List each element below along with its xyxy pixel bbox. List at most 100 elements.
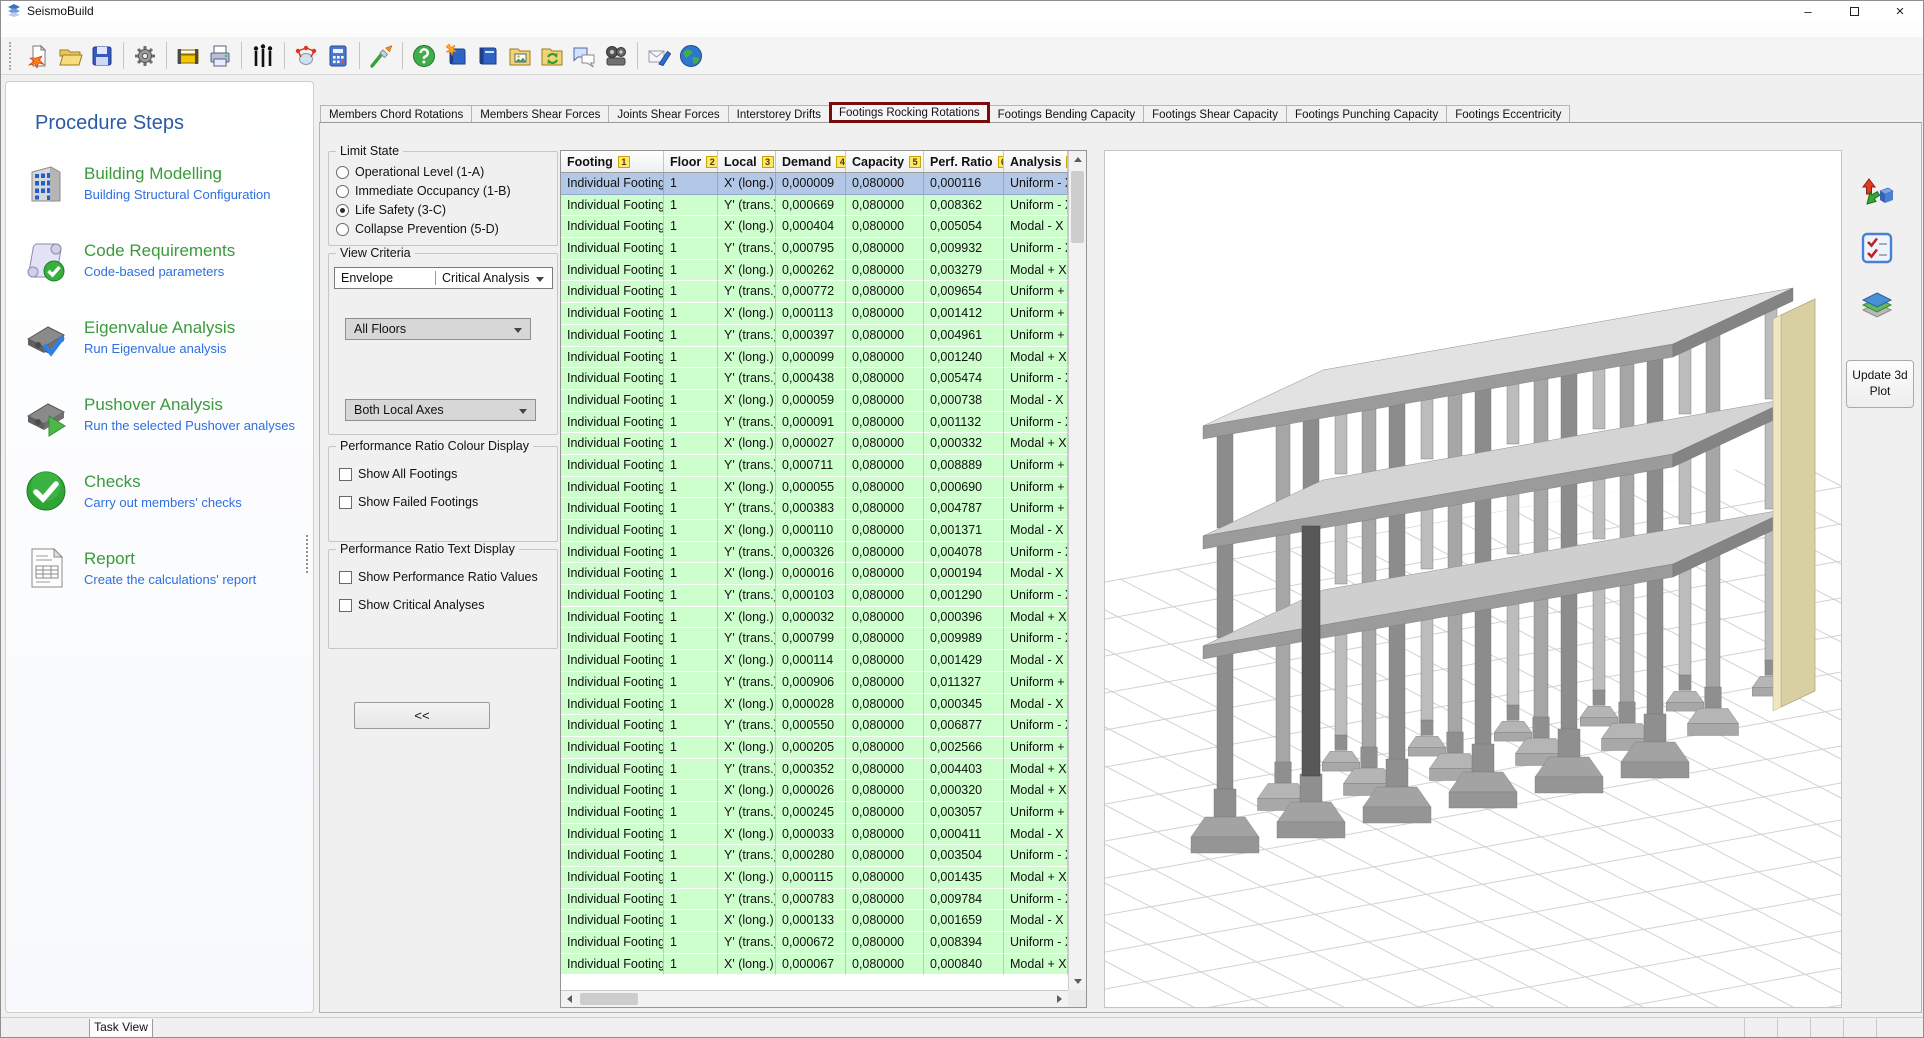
table-row[interactable]: Individual Footing 1 Y' (trans.) 0,00055… (561, 715, 1068, 737)
table-row[interactable]: Individual Footing 1 X' (long.) 0,000026… (561, 780, 1068, 802)
table-row[interactable]: Individual Footing 1 Y' (trans.) 0,00090… (561, 672, 1068, 694)
table-row[interactable]: Individual Footing 1 Y' (trans.) 0,00009… (561, 412, 1068, 434)
vertical-scrollbar[interactable] (1068, 151, 1086, 990)
table-row[interactable]: Individual Footing 1 Y' (trans.) 0,00077… (561, 281, 1068, 303)
table-row[interactable]: Individual Footing 1 X' (long.) 0,000133… (561, 910, 1068, 932)
table-row[interactable]: Individual Footing 1 X' (long.) 0,000262… (561, 260, 1068, 282)
results-tab[interactable]: Footings Rocking Rotations (829, 102, 990, 123)
envelope-analysis-dropdown[interactable]: Envelope Critical Analysis (334, 267, 553, 289)
sidebar-item-eigenvalue-analysis[interactable]: Eigenvalue AnalysisRun Eigenvalue analys… (6, 298, 307, 375)
menu-item[interactable] (5, 28, 23, 30)
table-row[interactable]: Individual Footing 1 Y' (trans.) 0,00010… (561, 585, 1068, 607)
frame-icon[interactable] (247, 40, 279, 72)
minimize-icon[interactable]: – (1785, 1, 1831, 21)
table-row[interactable]: Individual Footing 1 Y' (trans.) 0,00067… (561, 932, 1068, 954)
comments-icon[interactable] (568, 40, 600, 72)
results-tab[interactable]: Joints Shear Forces (608, 105, 728, 123)
checklist-icon[interactable] (1857, 228, 1897, 268)
scroll-up-icon[interactable] (1069, 151, 1086, 168)
axes-dropdown[interactable]: Both Local Axes (345, 399, 536, 421)
table-row[interactable]: Individual Footing 1 Y' (trans.) 0,00028… (561, 845, 1068, 867)
results-tab[interactable]: Members Shear Forces (471, 105, 609, 123)
limit-state-radio[interactable]: Collapse Prevention (5-D) (336, 222, 511, 236)
column-header[interactable]: Capacity5 (846, 151, 924, 172)
table-row[interactable]: Individual Footing 1 X' (long.) 0,000404… (561, 216, 1068, 238)
table-row[interactable]: Individual Footing 1 X' (long.) 0,000099… (561, 347, 1068, 369)
text-display-checkbox[interactable]: Show Critical Analyses (339, 598, 538, 612)
sidebar-item-checks[interactable]: ChecksCarry out members' checks (6, 452, 307, 529)
column-header[interactable]: Footing1 (561, 151, 664, 172)
column-header[interactable]: Demand4 (776, 151, 846, 172)
table-row[interactable]: Individual Footing 1 X' (long.) 0,000016… (561, 563, 1068, 585)
table-row[interactable]: Individual Footing 1 X' (long.) 0,000033… (561, 824, 1068, 846)
3d-model-viewport[interactable] (1104, 150, 1842, 1008)
sidebar-item-pushover-analysis[interactable]: Pushover AnalysisRun the selected Pushov… (6, 375, 307, 452)
column-header[interactable]: Analysis7 (1004, 151, 1068, 172)
new-file-icon[interactable] (22, 40, 54, 72)
save-icon[interactable] (86, 40, 118, 72)
printer-icon[interactable] (204, 40, 236, 72)
table-row[interactable]: Individual Footing 1 Y' (trans.) 0,00079… (561, 628, 1068, 650)
results-tab[interactable]: Interstorey Drifts (728, 105, 830, 123)
results-tab[interactable]: Footings Eccentricity (1446, 105, 1570, 123)
results-tab[interactable]: Footings Shear Capacity (1143, 105, 1287, 123)
collapse-panel-button[interactable]: << (354, 702, 490, 729)
calculator-icon[interactable] (322, 40, 354, 72)
scroll-down-icon[interactable] (1069, 973, 1086, 990)
table-row[interactable]: Individual Footing 1 Y' (trans.) 0,00066… (561, 195, 1068, 217)
colour-display-checkbox[interactable]: Show Failed Footings (339, 495, 478, 509)
table-row[interactable]: Individual Footing 1 Y' (trans.) 0,00024… (561, 802, 1068, 824)
section-icon[interactable] (172, 40, 204, 72)
open-folder-icon[interactable] (54, 40, 86, 72)
results-tab[interactable]: Members Chord Rotations (320, 105, 472, 123)
scroll-right-icon[interactable] (1051, 991, 1068, 1007)
horizontal-scroll-thumb[interactable] (580, 993, 638, 1005)
results-tab[interactable]: Footings Punching Capacity (1286, 105, 1447, 123)
table-row[interactable]: Individual Footing 1 Y' (trans.) 0,00032… (561, 542, 1068, 564)
folder-image-icon[interactable] (504, 40, 536, 72)
table-row[interactable]: Individual Footing 1 X' (long.) 0,000113… (561, 303, 1068, 325)
sidebar-item-building-modelling[interactable]: Building ModellingBuilding Structural Co… (6, 144, 307, 221)
menu-item[interactable] (77, 28, 95, 30)
table-row[interactable]: Individual Footing 1 X' (long.) 0,000110… (561, 520, 1068, 542)
horizontal-scrollbar[interactable] (561, 990, 1068, 1007)
table-row[interactable]: Individual Footing 1 X' (long.) 0,000032… (561, 607, 1068, 629)
text-display-checkbox[interactable]: Show Performance Ratio Values (339, 570, 538, 584)
table-row[interactable]: Individual Footing 1 X' (long.) 0,000009… (561, 173, 1068, 195)
column-header[interactable]: Floor2 (664, 151, 718, 172)
book-new-icon[interactable] (440, 40, 472, 72)
table-row[interactable]: Individual Footing 1 X' (long.) 0,000205… (561, 737, 1068, 759)
model-3d-icon[interactable] (290, 40, 322, 72)
table-row[interactable]: Individual Footing 1 X' (long.) 0,000055… (561, 477, 1068, 499)
colour-display-checkbox[interactable]: Show All Footings (339, 467, 478, 481)
globe-icon[interactable] (675, 40, 707, 72)
paintbrush-icon[interactable] (365, 40, 397, 72)
table-row[interactable]: Individual Footing 1 Y' (trans.) 0,00071… (561, 455, 1068, 477)
book-icon[interactable] (472, 40, 504, 72)
film-icon[interactable] (600, 40, 632, 72)
table-row[interactable]: Individual Footing 1 X' (long.) 0,000114… (561, 650, 1068, 672)
gear-icon[interactable] (129, 40, 161, 72)
limit-state-radio[interactable]: Operational Level (1-A) (336, 165, 511, 179)
table-row[interactable]: Individual Footing 1 Y' (trans.) 0,00035… (561, 759, 1068, 781)
task-view-tab[interactable]: Task View (89, 1019, 153, 1038)
vertical-scroll-thumb[interactable] (1071, 171, 1084, 243)
table-row[interactable]: Individual Footing 1 Y' (trans.) 0,00079… (561, 238, 1068, 260)
column-header[interactable]: Local3 (718, 151, 776, 172)
table-row[interactable]: Individual Footing 1 X' (long.) 0,000115… (561, 867, 1068, 889)
table-row[interactable]: Individual Footing 1 X' (long.) 0,000067… (561, 954, 1068, 976)
update-3d-plot-button[interactable]: Update 3d Plot (1846, 360, 1914, 408)
results-tab[interactable]: Footings Bending Capacity (989, 105, 1144, 123)
floors-dropdown[interactable]: All Floors (345, 318, 531, 340)
help-icon[interactable] (408, 40, 440, 72)
table-row[interactable]: Individual Footing 1 Y' (trans.) 0,00043… (561, 368, 1068, 390)
close-icon[interactable]: × (1877, 1, 1923, 21)
table-row[interactable]: Individual Footing 1 Y' (trans.) 0,00039… (561, 325, 1068, 347)
menu-item[interactable] (41, 28, 59, 30)
table-row[interactable]: Individual Footing 1 X' (long.) 0,000059… (561, 390, 1068, 412)
menu-item[interactable] (59, 28, 77, 30)
layers-icon[interactable] (1857, 286, 1897, 326)
limit-state-radio[interactable]: Life Safety (3-C) (336, 203, 511, 217)
column-header[interactable]: Perf. Ratio6 (924, 151, 1004, 172)
table-row[interactable]: Individual Footing 1 X' (long.) 0,000028… (561, 694, 1068, 716)
